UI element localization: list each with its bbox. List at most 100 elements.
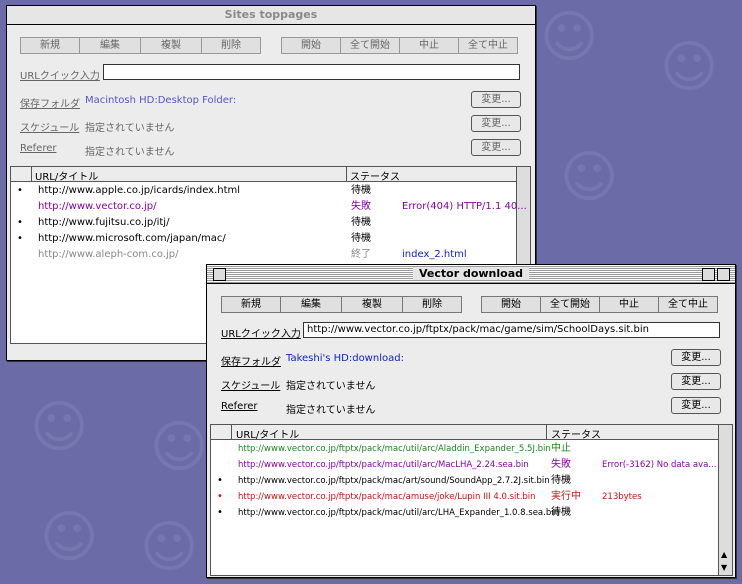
schedule-change-button[interactable]: 変更... <box>471 115 521 132</box>
list-item[interactable]: http://www.vector.co.jp/ftptx/pack/mac/u… <box>211 457 717 473</box>
edit-button[interactable]: 編集 <box>80 38 141 53</box>
mac-os-face-icon: ☺ <box>150 415 209 480</box>
list-item[interactable]: • http://www.vector.co.jp/ftptx/pack/mac/… <box>211 473 717 489</box>
duplicate-button[interactable]: 複製 <box>342 297 403 312</box>
list-item[interactable]: • http://www.vector.co.jp/ftptx/pack/mac/… <box>211 505 717 521</box>
column-status[interactable]: ステータス <box>350 168 400 183</box>
mac-os-face-icon: ☺ <box>540 5 599 70</box>
row-url: http://www.aleph-com.co.jp/ <box>38 249 179 260</box>
column-status[interactable]: ステータス <box>551 426 601 441</box>
schedule-change-button[interactable]: 変更... <box>671 373 721 390</box>
mac-os-face-icon: ☺ <box>660 35 719 100</box>
title-bar[interactable]: Sites toppages <box>7 6 535 25</box>
queued-bullet: • <box>17 233 23 244</box>
list-header: URL/タイトル ステータス <box>11 167 530 183</box>
stop-button[interactable]: 中止 <box>600 297 659 312</box>
start-button[interactable]: 開始 <box>482 297 541 312</box>
row-status: 中止 <box>551 443 571 454</box>
queued-bullet: • <box>17 185 23 196</box>
mac-os-face-icon: ☺ <box>40 505 99 570</box>
toolbar-left: 新規 編集 複製 削除 <box>20 37 261 54</box>
column-url-title[interactable]: URL/タイトル <box>35 168 98 183</box>
url-quick-label: URLクイック入力 <box>221 329 301 340</box>
download-list[interactable]: URL/タイトル ステータス ▲ ▼ http://www.vector.co.… <box>210 424 733 576</box>
row-detail: index_2.html <box>402 249 467 260</box>
save-folder-value: Takeshi's HD:download: <box>286 353 404 364</box>
column-url-title[interactable]: URL/タイトル <box>236 426 299 441</box>
schedule-label: スケジュール <box>20 123 80 134</box>
list-item[interactable]: • http://www.apple.co.jp/icards/index.htm… <box>11 183 516 199</box>
referer-value: 指定されていません <box>85 147 175 158</box>
row-url: http://www.vector.co.jp/ftptx/pack/mac/a… <box>238 492 536 502</box>
delete-button[interactable]: 削除 <box>403 297 461 312</box>
row-url: http://www.vector.co.jp/ftptx/pack/mac/u… <box>238 444 551 454</box>
row-url: http://www.fujitsu.co.jp/itj/ <box>38 217 170 228</box>
start-button[interactable]: 開始 <box>282 38 341 53</box>
save-folder-change-button[interactable]: 変更... <box>671 349 721 366</box>
row-detail: Error(-3162) No data ava... <box>602 460 717 470</box>
start-all-button[interactable]: 全て開始 <box>341 38 400 53</box>
referer-change-button[interactable]: 変更... <box>471 139 521 156</box>
row-url: http://www.vector.co.jp/ftptx/pack/mac/a… <box>238 476 550 486</box>
row-url: http://www.vector.co.jp/ftptx/pack/mac/u… <box>238 508 559 518</box>
referer-change-button[interactable]: 変更... <box>671 397 721 414</box>
list-item[interactable]: http://www.vector.co.jp/失敗 Error(404) HTT… <box>11 199 527 215</box>
queued-bullet: • <box>17 217 23 228</box>
scroll-down-arrow-icon[interactable]: ▼ <box>721 563 727 572</box>
row-status: 待機 <box>551 507 571 518</box>
row-status: 待機 <box>551 475 571 486</box>
list-item[interactable]: • http://www.vector.co.jp/ftptx/pack/mac/… <box>211 489 717 505</box>
toolbar-right: 開始 全て開始 中止 全て中止 <box>481 296 718 313</box>
collapse-box-icon[interactable] <box>717 268 730 281</box>
toolbar-left: 新規 編集 複製 削除 <box>221 296 462 313</box>
save-folder-label: 保存フォルダ <box>20 99 80 110</box>
save-folder-label: 保存フォルダ <box>221 357 281 368</box>
row-detail: Error(404) HTTP/1.1 40... <box>402 201 527 212</box>
vector-download-window[interactable]: Vector download 新規 編集 複製 削除 開始 全て開始 中止 全… <box>206 264 736 578</box>
row-url: http://www.microsoft.com/japan/mac/ <box>38 233 226 244</box>
list-item[interactable]: http://www.vector.co.jp/ftptx/pack/mac/u… <box>211 441 717 457</box>
url-quick-label: URLクイック入力 <box>20 71 100 82</box>
title-bar[interactable]: Vector download <box>207 265 735 284</box>
stop-all-button[interactable]: 全て中止 <box>459 38 517 53</box>
schedule-value: 指定されていません <box>286 381 376 392</box>
schedule-value: 指定されていません <box>85 123 175 134</box>
schedule-label: スケジュール <box>221 381 281 392</box>
new-button[interactable]: 新規 <box>21 38 80 53</box>
save-folder-change-button[interactable]: 変更... <box>471 91 521 108</box>
row-status: 待機 <box>351 233 371 244</box>
queued-bullet: • <box>217 475 223 486</box>
row-status: 終了 <box>351 249 371 260</box>
row-status: 待機 <box>351 217 371 228</box>
url-quick-input[interactable]: http://www.vector.co.jp/ftptx/pack/mac/g… <box>303 322 720 338</box>
list-item[interactable]: • http://www.fujitsu.co.jp/itj/待機 <box>11 215 516 231</box>
row-detail: 213bytes <box>602 492 642 502</box>
row-url: http://www.apple.co.jp/icards/index.html <box>38 185 241 196</box>
list-item[interactable]: http://www.aleph-com.co.jp/終了 index_2.htm… <box>11 247 516 263</box>
duplicate-button[interactable]: 複製 <box>141 38 202 53</box>
queued-bullet: • <box>217 491 223 502</box>
start-all-button[interactable]: 全て開始 <box>541 297 600 312</box>
url-quick-input[interactable] <box>103 64 520 80</box>
row-status: 実行中 <box>551 491 581 502</box>
mac-os-face-icon: ☺ <box>140 515 199 580</box>
queued-bullet: • <box>217 507 223 518</box>
mac-os-face-icon: ☺ <box>560 145 619 210</box>
referer-label: Referer <box>221 401 258 412</box>
edit-button[interactable]: 編集 <box>281 297 342 312</box>
toolbar-right: 開始 全て開始 中止 全て中止 <box>281 37 518 54</box>
new-button[interactable]: 新規 <box>222 297 281 312</box>
zoom-box-icon[interactable] <box>702 268 715 281</box>
stop-all-button[interactable]: 全て中止 <box>659 297 717 312</box>
referer-value: 指定されていません <box>286 405 376 416</box>
referer-label: Referer <box>20 143 57 154</box>
list-item[interactable]: • http://www.microsoft.com/japan/mac/待機 <box>11 231 516 247</box>
vertical-scrollbar[interactable]: ▲ ▼ <box>718 425 732 575</box>
row-url: http://www.vector.co.jp/ftptx/pack/mac/u… <box>238 460 529 470</box>
stop-button[interactable]: 中止 <box>400 38 459 53</box>
list-header: URL/タイトル ステータス <box>211 425 732 441</box>
row-status: 失敗 <box>551 459 571 470</box>
delete-button[interactable]: 削除 <box>202 38 260 53</box>
scroll-up-arrow-icon[interactable]: ▲ <box>721 550 727 559</box>
window-title: Sites toppages <box>224 8 318 21</box>
